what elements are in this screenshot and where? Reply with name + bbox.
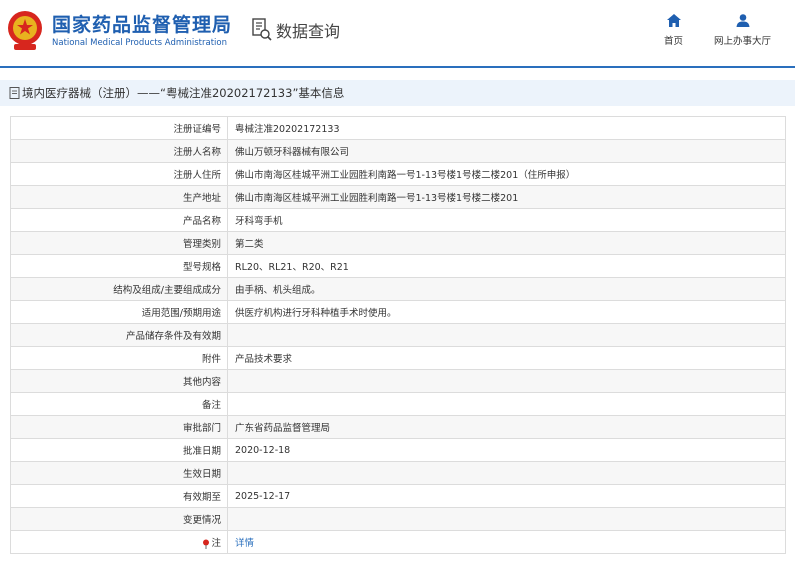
row-label: 备注	[10, 392, 228, 416]
row-value	[227, 392, 786, 416]
row-value	[227, 461, 786, 485]
row-label: 结构及组成/主要组成成分	[10, 277, 228, 301]
document-icon	[9, 87, 20, 99]
table-row: 结构及组成/主要组成成分 由手柄、机头组成。	[10, 277, 786, 301]
table-row: 其他内容	[10, 369, 786, 393]
row-value: RL20、RL21、R20、R21	[227, 254, 786, 278]
table-row: 生产地址 佛山市南海区桂城平洲工业园胜利南路一号1-13号楼1号楼二楼201	[10, 185, 786, 209]
row-label: 注册人名称	[10, 139, 228, 163]
data-query-label: 数据查询	[276, 22, 341, 41]
row-value: 佛山万顿牙科器械有限公司	[227, 139, 786, 163]
home-icon	[666, 14, 681, 27]
table-row: 附件 产品技术要求	[10, 346, 786, 370]
row-value: 广东省药品监督管理局	[227, 415, 786, 439]
row-value: 佛山市南海区桂城平洲工业园胜利南路一号1-13号楼1号楼二楼201	[227, 185, 786, 209]
row-label: 适用范围/预期用途	[10, 300, 228, 324]
row-label: 变更情况	[10, 507, 228, 531]
note-label: 注	[211, 538, 221, 549]
table-row: 有效期至 2025-12-17	[10, 484, 786, 508]
table-row: 批准日期 2020-12-18	[10, 438, 786, 462]
nav-hall-label: 网上办事大厅	[714, 36, 772, 47]
table-row: 注册证编号 粤械注准20202172133	[10, 116, 786, 140]
row-label: 型号规格	[10, 254, 228, 278]
row-label: 注册人住所	[10, 162, 228, 186]
site-header: 国家药品监督管理局 National Medical Products Admi…	[0, 0, 795, 68]
row-label: 注册证编号	[10, 116, 228, 140]
row-value	[227, 323, 786, 347]
table-row: 产品名称 牙科弯手机	[10, 208, 786, 232]
user-icon	[736, 14, 749, 27]
note-value-cell: 详情	[227, 530, 786, 554]
row-value: 粤械注准20202172133	[227, 116, 786, 140]
row-value: 2020-12-18	[227, 438, 786, 462]
table-row: 审批部门 广东省药品监督管理局	[10, 415, 786, 439]
row-value	[227, 507, 786, 531]
row-label: 有效期至	[10, 484, 228, 508]
table-row: 型号规格 RL20、RL21、R20、R21	[10, 254, 786, 278]
table-row: 产品储存条件及有效期	[10, 323, 786, 347]
document-search-icon	[252, 18, 272, 41]
note-row: 注 详情	[10, 530, 786, 554]
row-label: 生产地址	[10, 185, 228, 209]
row-label: 管理类别	[10, 231, 228, 255]
breadcrumb: 境内医疗器械（注册）——“粤械注准20202172133”基本信息	[0, 80, 795, 106]
row-label: 批准日期	[10, 438, 228, 462]
row-label: 审批部门	[10, 415, 228, 439]
row-label: 产品储存条件及有效期	[10, 323, 228, 347]
table-row: 适用范围/预期用途 供医疗机构进行牙科种植手术时使用。	[10, 300, 786, 324]
table-row: 备注	[10, 392, 786, 416]
note-label-cell: 注	[10, 530, 228, 554]
row-value: 2025-12-17	[227, 484, 786, 508]
table-row: 生效日期	[10, 461, 786, 485]
row-label: 产品名称	[10, 208, 228, 232]
row-value: 产品技术要求	[227, 346, 786, 370]
row-label: 其他内容	[10, 369, 228, 393]
row-value: 供医疗机构进行牙科种植手术时使用。	[227, 300, 786, 324]
nav-home-label: 首页	[664, 36, 684, 47]
row-value: 由手柄、机头组成。	[227, 277, 786, 301]
nav-home[interactable]: 首页	[664, 14, 683, 47]
org-name-cn: 国家药品监督管理局	[52, 14, 233, 36]
table-row: 注册人名称 佛山万顿牙科器械有限公司	[10, 139, 786, 163]
row-value: 第二类	[227, 231, 786, 255]
table-row: 变更情况	[10, 507, 786, 531]
row-value	[227, 369, 786, 393]
row-value: 牙科弯手机	[227, 208, 786, 232]
row-value: 佛山市南海区桂城平洲工业园胜利南路一号1-13号楼1号楼二楼201（住所申报）	[227, 162, 786, 186]
record-table: 注册证编号 粤械注准20202172133 注册人名称 佛山万顿牙科器械有限公司 注册人…	[10, 116, 786, 554]
breadcrumb-text: 境内医疗器械（注册）——“粤械注准20202172133”基本信息	[22, 86, 345, 100]
row-label: 生效日期	[10, 461, 228, 485]
nav-online-service-hall[interactable]: 网上办事大厅	[714, 14, 771, 47]
pin-icon	[203, 539, 210, 549]
national-emblem-icon	[8, 11, 42, 50]
data-query-title[interactable]: 数据查询	[252, 18, 340, 42]
table-row: 管理类别 第二类	[10, 231, 786, 255]
table-row: 注册人住所 佛山市南海区桂城平洲工业园胜利南路一号1-13号楼1号楼二楼201（住…	[10, 162, 786, 186]
org-name-en: National Medical Products Administration	[52, 38, 227, 48]
row-label: 附件	[10, 346, 228, 370]
detail-link[interactable]: 详情	[235, 538, 254, 549]
